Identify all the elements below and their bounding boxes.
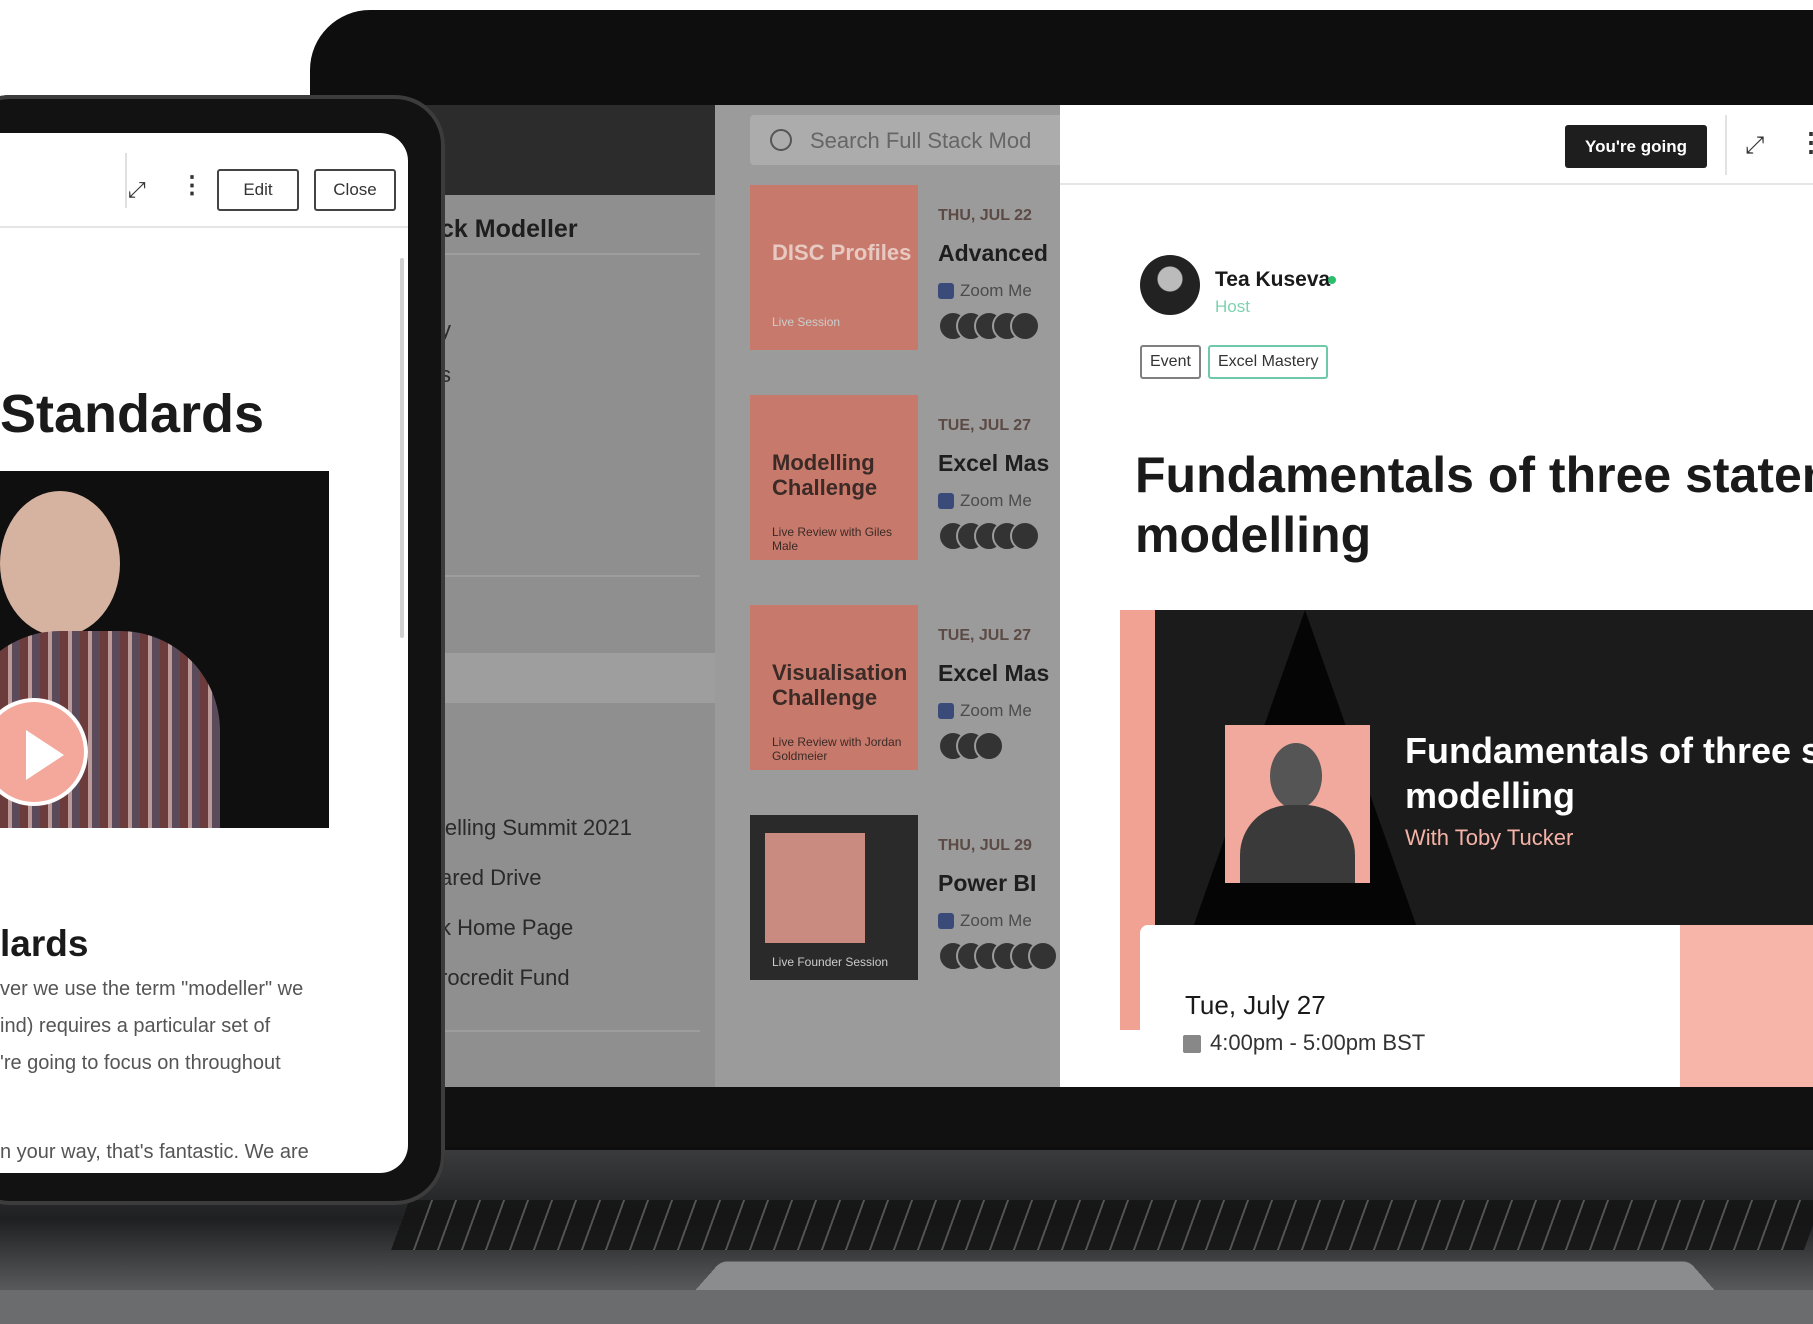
event-location: Zoom Me: [960, 491, 1032, 510]
event-title: Power BI: [938, 870, 1037, 896]
event-list: Search Full Stack Mod DISC Profiles Live…: [715, 105, 1070, 1087]
paragraph-line: n your way, that's fantastic. We are: [0, 1141, 309, 1163]
event-date: THU, JUL 29: [938, 837, 1032, 854]
title-line: modelling: [1135, 507, 1372, 563]
event-location: Zoom Me: [960, 701, 1032, 720]
search-input[interactable]: Search Full Stack Mod: [750, 115, 1070, 165]
event-title: Excel Mas: [938, 660, 1050, 686]
banner-title: Fundamentals of three sta modelling: [1405, 728, 1813, 818]
app-title: ck Modeller: [440, 215, 578, 243]
divider: [125, 153, 127, 208]
avatar[interactable]: [1140, 255, 1200, 315]
event-date: TUE, JUL 27: [938, 627, 1032, 644]
event-detail-pane: You're going ⤢ ⋮ Tea Kuseva Host Event E…: [1060, 105, 1813, 1087]
search-placeholder: Search Full Stack Mod: [810, 128, 1032, 153]
sidebar-item[interactable]: lelling Summit 2021: [440, 815, 632, 841]
close-button[interactable]: Close: [314, 169, 396, 211]
date-accent: [1680, 925, 1813, 1087]
play-icon: [26, 730, 64, 780]
thumb-title: Modelling Challenge: [772, 450, 878, 500]
event-date: THU, JUL 22: [938, 207, 1032, 224]
laptop-front-edge: [0, 1290, 1813, 1324]
zoom-icon: [938, 493, 954, 509]
event-card[interactable]: Visualisation Challenge Live Review with…: [750, 605, 1070, 770]
banner-background: Fundamentals of three sta modelling With…: [1155, 610, 1813, 950]
paragraph-line: 're going to focus on throughout: [0, 1052, 281, 1074]
event-thumbnail: DISC Profiles Live Session: [750, 185, 918, 350]
sidebar-selected-row[interactable]: [420, 653, 715, 703]
host-role: Host: [1215, 297, 1250, 316]
tag-excel-mastery[interactable]: Excel Mastery: [1208, 345, 1329, 379]
banner-speaker: With Toby Tucker: [1405, 825, 1574, 850]
host-name[interactable]: Tea Kuseva: [1215, 268, 1330, 292]
divider: [440, 575, 700, 577]
zoom-icon: [938, 283, 954, 299]
laptop-screen: ck Modeller y s lelling Summit 2021 ared…: [420, 105, 1813, 1087]
zoom-icon: [938, 703, 954, 719]
event-thumbnail: Visualisation Challenge Live Review with…: [750, 605, 918, 770]
search-icon: [770, 129, 792, 151]
event-thumbnail: Modelling Challenge Live Review with Gil…: [750, 395, 918, 560]
zoom-icon: [938, 913, 954, 929]
divider: [440, 253, 700, 255]
banner-title-line: modelling: [1405, 775, 1575, 816]
thumb-sub: Live Review with Giles Male: [772, 525, 893, 553]
tablet-screen: ⤢ ⋮ Edit Close Standards lards ver we us…: [0, 133, 408, 1173]
thumb-sub: Live Review with Jordan Goldmeier: [772, 735, 902, 763]
event-card[interactable]: DISC Profiles Live Session THU, JUL 22 A…: [750, 185, 1070, 350]
keyboard: [390, 1200, 1813, 1250]
tag-event[interactable]: Event: [1140, 345, 1201, 379]
edit-button[interactable]: Edit: [217, 169, 299, 211]
divider: [440, 1030, 700, 1032]
going-button[interactable]: You're going: [1565, 125, 1707, 168]
calendar-icon: [1183, 1035, 1201, 1053]
founder-portrait: [765, 833, 865, 943]
paragraph-line: ver we use the term "modeller" we: [0, 978, 304, 1000]
event-time: 4:00pm - 5:00pm BST: [1210, 1030, 1426, 1055]
event-date: TUE, JUL 27: [938, 417, 1032, 434]
sidebar-topbar: [420, 105, 715, 195]
paragraph-line: ind) requires a particular set of: [0, 1015, 271, 1037]
sidebar: ck Modeller y s lelling Summit 2021 ared…: [420, 105, 715, 1087]
lesson-title: Standards: [0, 384, 265, 444]
tablet-toolbar: ⤢ ⋮ Edit Close: [0, 133, 408, 228]
event-location: Zoom Me: [960, 911, 1032, 930]
event-location: Zoom Me: [960, 281, 1032, 300]
event-card[interactable]: Modelling Challenge Live Review with Gil…: [750, 395, 1070, 560]
laptop-chin: [330, 1087, 1813, 1147]
more-options-icon[interactable]: ⋮: [1798, 127, 1813, 158]
divider: [1725, 115, 1727, 175]
presenter-head: [0, 491, 120, 636]
sidebar-item[interactable]: ared Drive: [440, 865, 541, 891]
more-options-icon[interactable]: ⋮: [180, 171, 204, 200]
detail-header: You're going ⤢ ⋮: [1060, 105, 1813, 185]
thumb-sub: Live Founder Session: [772, 955, 889, 969]
title-line: Fundamentals of three statem: [1135, 447, 1813, 503]
banner-title-line: Fundamentals of three sta: [1405, 730, 1813, 771]
expand-icon[interactable]: ⤢: [128, 177, 146, 203]
speaker-photo: [1225, 725, 1370, 883]
event-title: Advanced: [938, 240, 1048, 266]
section-heading: lards: [0, 923, 89, 964]
event-card[interactable]: Live Founder Session THU, JUL 29 Power B…: [750, 815, 1070, 980]
sidebar-item[interactable]: k Home Page: [440, 915, 573, 941]
page-title: Fundamentals of three statem modelling: [1135, 445, 1813, 565]
event-thumbnail: Live Founder Session: [750, 815, 918, 980]
scrollbar[interactable]: [400, 258, 404, 638]
thumb-title: Visualisation Challenge: [772, 660, 908, 710]
thumb-title: DISC Profiles: [772, 240, 912, 265]
online-status-icon: [1328, 276, 1336, 284]
expand-icon[interactable]: ⤢: [1745, 132, 1764, 160]
event-date: Tue, July 27: [1185, 990, 1326, 1020]
sidebar-item[interactable]: rocredit Fund: [440, 965, 570, 991]
thumb-sub: Live Session: [772, 315, 841, 329]
event-title: Excel Mas: [938, 450, 1050, 476]
